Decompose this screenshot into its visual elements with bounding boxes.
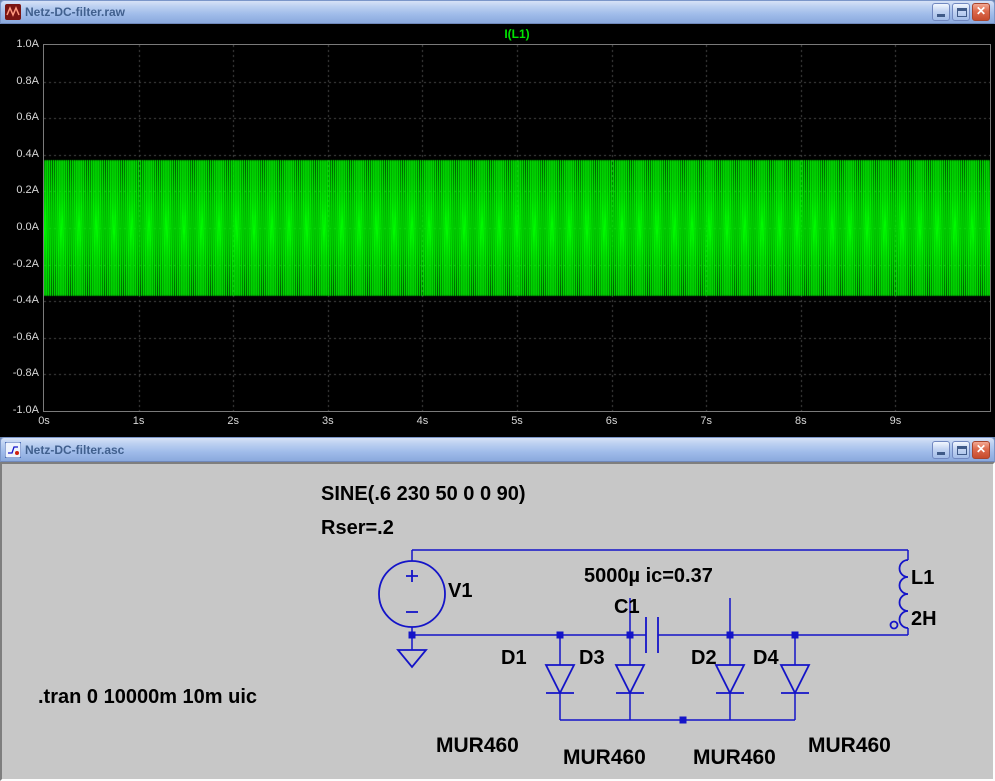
x-tick-label: 4s — [402, 415, 442, 428]
schematic-window-icon — [5, 442, 21, 458]
y-tick-label: 0.6A — [0, 111, 39, 124]
diode-d2[interactable] — [716, 635, 744, 720]
label-tran-directive[interactable]: .tran 0 10000m 10m uic — [38, 686, 257, 708]
schematic-window-titlebar[interactable]: Netz-DC-filter.asc ✕ — [0, 437, 995, 462]
waveform-window-titlebar[interactable]: Netz-DC-filter.raw ✕ — [0, 0, 995, 24]
label-c1-value[interactable]: 5000µ ic=0.37 — [584, 565, 713, 587]
y-tick-label: -0.8A — [0, 367, 39, 380]
label-l1[interactable]: L1 — [911, 567, 934, 589]
diode-d1[interactable] — [546, 635, 574, 720]
ground-symbol[interactable] — [398, 635, 426, 667]
label-d4[interactable]: D4 — [753, 647, 779, 669]
y-tick-label: 0.0A — [0, 221, 39, 234]
y-tick-label: 0.4A — [0, 148, 39, 161]
label-v1[interactable]: V1 — [448, 580, 472, 602]
minimize-button[interactable] — [932, 3, 950, 21]
x-tick-label: 8s — [781, 415, 821, 428]
x-tick-label: 5s — [497, 415, 537, 428]
schematic-window: Netz-DC-filter.asc ✕ — [0, 437, 995, 781]
maximize-button[interactable] — [952, 3, 970, 21]
diode-d4[interactable] — [781, 635, 809, 720]
label-rser[interactable]: Rser=.2 — [321, 517, 394, 539]
plot-frame — [43, 44, 991, 412]
voltage-source-v1[interactable] — [379, 550, 445, 635]
x-tick-label: 9s — [875, 415, 915, 428]
label-mur460-3[interactable]: MUR460 — [693, 746, 776, 769]
waveform-plot-client: I(L1) 1.0A 0.8A 0.6A 0.4A 0.2A 0.0A -0.2A -0.4A… — [0, 24, 995, 437]
x-tick-label: 6s — [592, 415, 632, 428]
label-d2[interactable]: D2 — [691, 647, 717, 669]
wire-junctions — [409, 632, 799, 724]
y-tick-label: -0.4A — [0, 294, 39, 307]
waveform-window-icon — [5, 4, 21, 20]
x-tick-label: 0s — [24, 415, 64, 428]
inductor-l1[interactable] — [891, 550, 909, 635]
label-l1-value[interactable]: 2H — [911, 608, 937, 630]
diode-d3[interactable] — [616, 635, 644, 720]
close-button[interactable]: ✕ — [972, 3, 990, 21]
y-tick-label: -0.2A — [0, 258, 39, 271]
label-mur460-2[interactable]: MUR460 — [563, 746, 646, 769]
label-mur460-4[interactable]: MUR460 — [808, 734, 891, 757]
minimize-button[interactable] — [932, 441, 950, 459]
y-tick-label: -0.6A — [0, 331, 39, 344]
x-tick-label: 3s — [308, 415, 348, 428]
x-tick-label: 2s — [213, 415, 253, 428]
schematic-client: SINE(.6 230 50 0 0 90) Rser=.2 V1 5000µ … — [0, 462, 995, 781]
schematic-canvas[interactable]: SINE(.6 230 50 0 0 90) Rser=.2 V1 5000µ … — [2, 464, 993, 779]
label-d1[interactable]: D1 — [501, 647, 527, 669]
phase-dot-icon — [891, 622, 898, 629]
waveform-window-title: Netz-DC-filter.raw — [25, 5, 932, 19]
y-tick-label: 1.0A — [0, 38, 39, 51]
label-c1[interactable]: C1 — [614, 596, 640, 618]
y-tick-label: 0.8A — [0, 75, 39, 88]
waveform-window: Netz-DC-filter.raw ✕ I(L1) 1.0A 0.8A 0.6A 0… — [0, 0, 995, 437]
close-button[interactable]: ✕ — [972, 441, 990, 459]
waveform-canvas[interactable] — [44, 45, 990, 411]
maximize-button[interactable] — [952, 441, 970, 459]
label-d3[interactable]: D3 — [579, 647, 605, 669]
x-tick-label: 1s — [119, 415, 159, 428]
label-sine-params[interactable]: SINE(.6 230 50 0 0 90) — [321, 483, 526, 505]
schematic-window-title: Netz-DC-filter.asc — [25, 443, 932, 457]
y-tick-label: 0.2A — [0, 184, 39, 197]
trace-label[interactable]: I(L1) — [43, 27, 991, 41]
x-tick-label: 7s — [686, 415, 726, 428]
label-mur460-1[interactable]: MUR460 — [436, 734, 519, 757]
capacitor-c1[interactable] — [646, 617, 658, 653]
